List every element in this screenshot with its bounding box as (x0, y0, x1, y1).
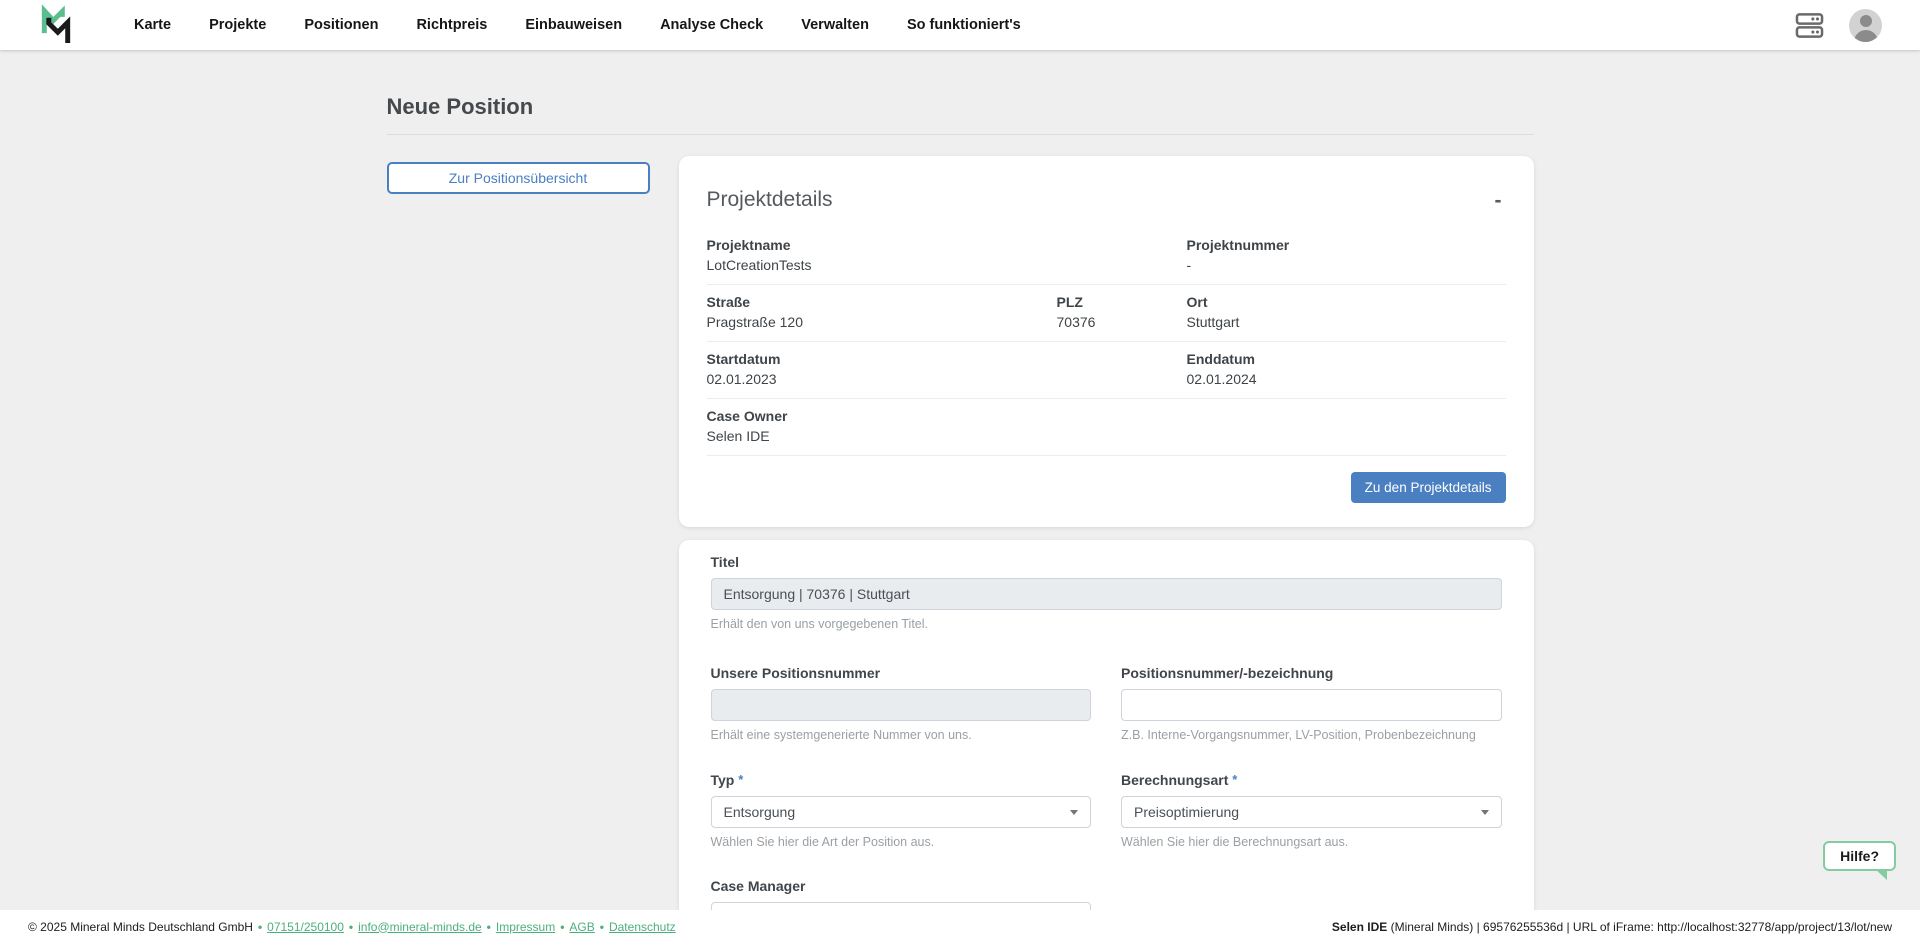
positionsnummer-helper: Z.B. Interne-Vorgangsnummer, LV-Position… (1121, 728, 1502, 742)
unsere-positionsnummer-input (711, 689, 1092, 721)
strasse-label: Straße (707, 294, 1057, 310)
nav-item-so-funktionierts[interactable]: So funktioniert's (907, 17, 1021, 33)
plz-value: 70376 (1057, 314, 1187, 330)
project-row: Startdatum 02.01.2023 Enddatum 02.01.202… (707, 342, 1506, 399)
required-asterisk: * (1232, 772, 1237, 787)
titel-helper: Erhält den von uns vorgegebenen Titel. (711, 617, 1502, 631)
main-content: Neue Position Zur Positionsübersicht Pro… (387, 50, 1534, 943)
footer-email-link[interactable]: info@mineral-minds.de (358, 920, 482, 934)
main-nav: Karte Projekte Positionen Richtpreis Ein… (134, 17, 1021, 33)
startdatum-label: Startdatum (707, 351, 1057, 367)
berechnungsart-helper: Wählen Sie hier die Berechnungsart aus. (1121, 835, 1502, 849)
title-divider (387, 134, 1534, 135)
titel-input (711, 578, 1502, 610)
berechnungsart-label: Berechnungsart * (1121, 772, 1502, 788)
footer-right: Selen IDE (Mineral Minds) | 69576255536d… (1332, 920, 1892, 934)
enddatum-value: 02.01.2024 (1187, 371, 1506, 387)
project-row: Projektname LotCreationTests Projektnumm… (707, 228, 1506, 285)
nav-item-verwalten[interactable]: Verwalten (801, 17, 869, 33)
typ-label: Typ * (711, 772, 1092, 788)
titel-label: Titel (711, 554, 1502, 570)
chevron-down-icon (1070, 810, 1078, 815)
back-to-positions-button[interactable]: Zur Positionsübersicht (387, 162, 650, 194)
footer: © 2025 Mineral Minds Deutschland GmbH•07… (0, 910, 1920, 943)
nav-item-karte[interactable]: Karte (134, 17, 171, 33)
project-row: Straße Pragstraße 120 PLZ 70376 Ort Stut… (707, 285, 1506, 342)
strasse-value: Pragstraße 120 (707, 314, 1057, 330)
footer-phone-link[interactable]: 07151/250100 (267, 920, 344, 934)
unsere-positionsnummer-label: Unsere Positionsnummer (711, 665, 1092, 681)
user-avatar-icon[interactable] (1849, 9, 1882, 42)
berechnungsart-select[interactable]: Preisoptimierung (1121, 796, 1502, 828)
typ-helper: Wählen Sie hier die Art der Position aus… (711, 835, 1092, 849)
left-column: Zur Positionsübersicht (387, 156, 650, 194)
top-navbar: Karte Projekte Positionen Richtpreis Ein… (0, 0, 1920, 50)
projektname-value: LotCreationTests (707, 257, 1057, 273)
projektname-label: Projektname (707, 237, 1057, 253)
ort-value: Stuttgart (1187, 314, 1506, 330)
footer-agb-link[interactable]: AGB (569, 920, 594, 934)
nav-item-einbauweisen[interactable]: Einbauweisen (525, 17, 622, 33)
copyright-text: © 2025 Mineral Minds Deutschland GmbH (28, 920, 253, 934)
nav-item-positionen[interactable]: Positionen (304, 17, 378, 33)
ort-label: Ort (1187, 294, 1506, 310)
project-row: Case Owner Selen IDE (707, 399, 1506, 456)
right-column: Projektdetails - Projektname LotCreation… (679, 156, 1534, 943)
new-position-form-card: Titel Erhält den von uns vorgegebenen Ti… (679, 540, 1534, 943)
chevron-down-icon (1481, 810, 1489, 815)
help-button[interactable]: Hilfe? (1823, 841, 1896, 871)
project-card-title: Projektdetails (707, 188, 833, 212)
mineral-minds-logo-icon[interactable] (38, 4, 74, 46)
server-stack-icon[interactable] (1794, 12, 1825, 39)
typ-select-value: Entsorgung (724, 804, 796, 820)
typ-select[interactable]: Entsorgung (711, 796, 1092, 828)
nav-item-richtpreis[interactable]: Richtpreis (416, 17, 487, 33)
positionsnummer-label: Positionsnummer/-bezeichnung (1121, 665, 1502, 681)
page-title: Neue Position (387, 94, 1534, 120)
berechnungsart-select-value: Preisoptimierung (1134, 804, 1239, 820)
enddatum-label: Enddatum (1187, 351, 1506, 367)
case-manager-label: Case Manager (711, 878, 1092, 894)
nav-item-analyse-check[interactable]: Analyse Check (660, 17, 763, 33)
case-owner-label: Case Owner (707, 408, 1057, 424)
projektnummer-label: Projektnummer (1187, 237, 1506, 253)
footer-left: © 2025 Mineral Minds Deutschland GmbH•07… (28, 920, 676, 934)
project-details-card: Projektdetails - Projektname LotCreation… (679, 156, 1534, 527)
nav-item-projekte[interactable]: Projekte (209, 17, 266, 33)
case-owner-value: Selen IDE (707, 428, 1057, 444)
footer-impressum-link[interactable]: Impressum (496, 920, 555, 934)
positionsnummer-input[interactable] (1121, 689, 1502, 721)
footer-datenschutz-link[interactable]: Datenschutz (609, 920, 676, 934)
collapse-card-button[interactable]: - (1491, 190, 1506, 211)
go-to-project-details-button[interactable]: Zu den Projektdetails (1351, 472, 1506, 503)
unsere-positionsnummer-helper: Erhält eine systemgenerierte Nummer von … (711, 728, 1092, 742)
required-asterisk: * (738, 772, 743, 787)
header-icon-group (1794, 9, 1882, 42)
projektnummer-value: - (1187, 257, 1506, 273)
footer-user-name: Selen IDE (1332, 920, 1387, 934)
plz-label: PLZ (1057, 294, 1187, 310)
startdatum-value: 02.01.2023 (707, 371, 1057, 387)
footer-user-info: (Mineral Minds) | 69576255536d | URL of … (1387, 920, 1892, 934)
